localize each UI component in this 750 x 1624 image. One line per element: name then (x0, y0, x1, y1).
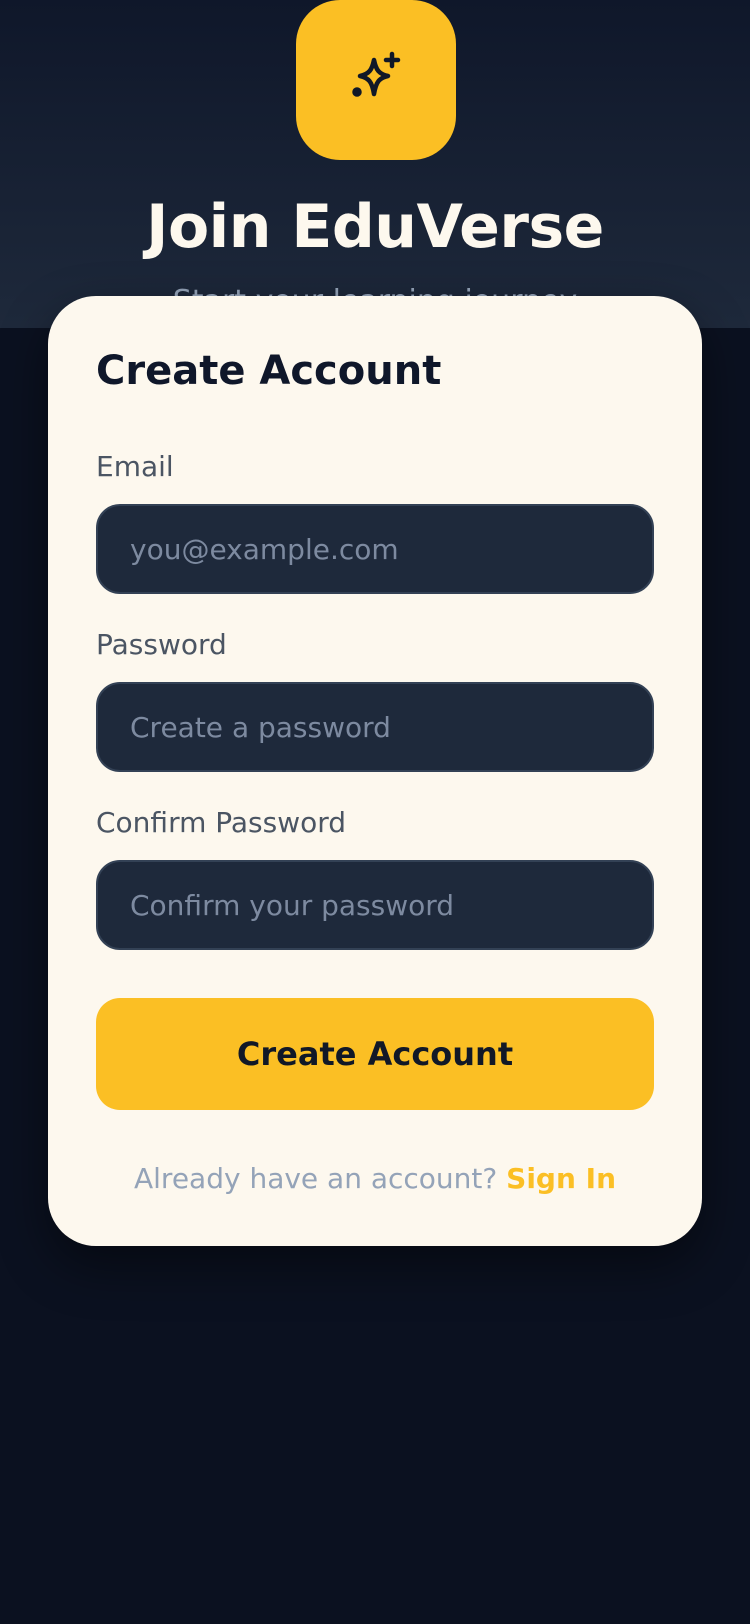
email-input[interactable] (96, 504, 654, 594)
app-logo (296, 0, 456, 160)
confirm-password-label: Confirm Password (96, 806, 347, 839)
signin-prompt: Already have an account? Sign In (48, 1162, 702, 1195)
form-title: Create Account (96, 348, 442, 394)
signup-card: Create Account Email Password Confirm Pa… (48, 296, 702, 1246)
signin-link[interactable]: Sign In (506, 1162, 616, 1195)
signin-prompt-text: Already have an account? (133, 1162, 498, 1195)
app-title: Join EduVerse (146, 192, 604, 262)
create-account-button[interactable]: Create Account (96, 998, 654, 1110)
email-label: Email (96, 450, 174, 483)
sparkles-icon (352, 51, 401, 97)
confirm-password-input[interactable] (96, 860, 654, 950)
password-input[interactable] (96, 682, 654, 772)
password-label: Password (96, 628, 227, 661)
